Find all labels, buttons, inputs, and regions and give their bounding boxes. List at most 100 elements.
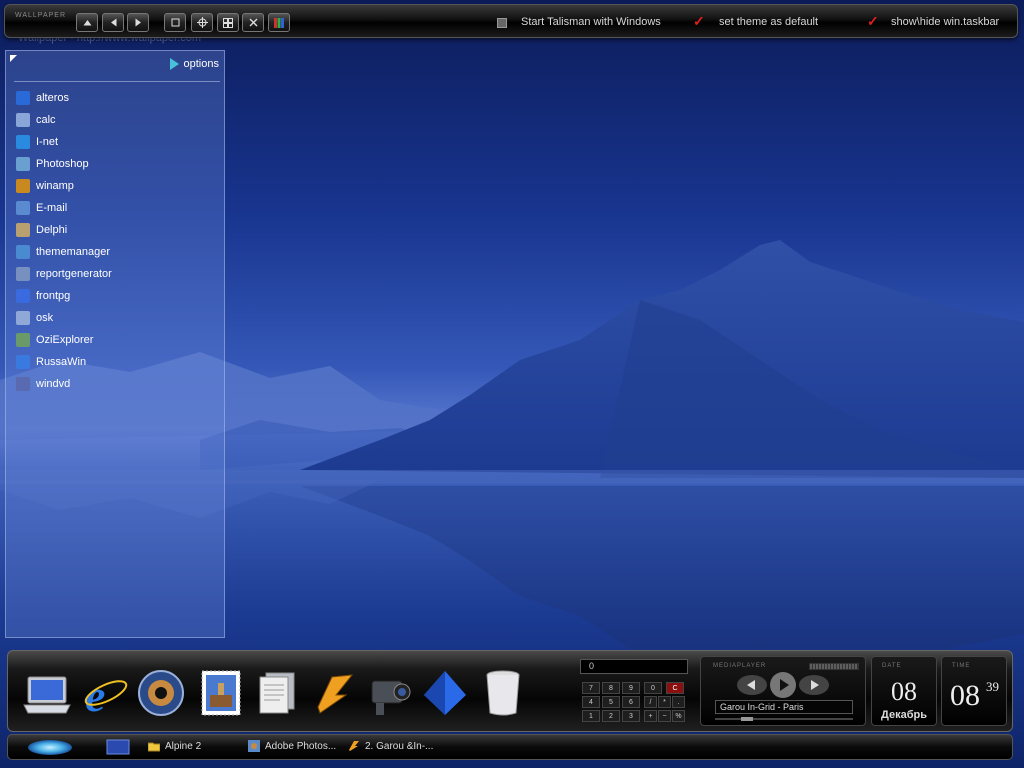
launcher-item-label: Delphi xyxy=(36,224,68,236)
calc-key[interactable]: 9 xyxy=(622,682,640,694)
calc-key[interactable]: − xyxy=(658,710,671,722)
calc-key[interactable]: 0 xyxy=(644,682,662,694)
calc-key[interactable]: 2 xyxy=(602,710,620,722)
taskbar: Alpine 2 Adobe Photos... 2. Garou &In-..… xyxy=(7,734,1013,760)
collapse-corner-icon[interactable] xyxy=(10,55,17,62)
task-label: Alpine 2 xyxy=(165,740,202,752)
up-arrow-icon[interactable] xyxy=(76,13,98,32)
launcher-item[interactable]: OziExplorer xyxy=(16,329,112,351)
back-arrow-icon[interactable] xyxy=(102,13,124,32)
calc-key[interactable]: 7 xyxy=(582,682,600,694)
launcher-item-label: osk xyxy=(36,312,54,324)
app-icon xyxy=(16,245,30,259)
launcher-item[interactable]: Delphi xyxy=(16,219,112,241)
calc-key[interactable]: 1 xyxy=(582,710,600,722)
launcher-item-label: windvd xyxy=(36,378,71,390)
calc-key[interactable]: 4 xyxy=(582,696,600,708)
prev-button[interactable] xyxy=(737,674,767,701)
app-icon xyxy=(16,223,30,237)
camcorder-icon[interactable] xyxy=(364,667,414,719)
launcher-item[interactable]: Photoshop xyxy=(16,153,112,175)
launcher-item-label: winamp xyxy=(36,180,74,192)
launcher-list: alteros calc I-net Photoshop winamp E-mail Del… xyxy=(16,87,112,395)
launcher-item-label: calc xyxy=(36,114,56,126)
launcher-item-label: I-net xyxy=(36,136,59,148)
app-icon xyxy=(16,377,30,391)
launcher-item[interactable]: reportgenerator xyxy=(16,263,112,285)
launcher-item[interactable]: winamp xyxy=(16,175,112,197)
launcher-item[interactable]: windvd xyxy=(16,373,112,395)
trash-bin-icon[interactable] xyxy=(478,667,528,719)
taskbar-toggle-label: show\hide win.taskbar xyxy=(891,16,1000,28)
launcher-item[interactable]: frontpg xyxy=(16,285,112,307)
calc-key[interactable]: C xyxy=(666,682,684,694)
launcher-item[interactable]: alteros xyxy=(16,87,112,109)
date-label: DATE xyxy=(882,663,902,669)
mediaplayer-label: MEDIAPLAYER xyxy=(713,663,767,669)
launcher-item[interactable]: E-mail xyxy=(16,197,112,219)
start-with-windows-checkbox[interactable] xyxy=(497,18,507,28)
folder-icon xyxy=(148,742,160,752)
app-icon xyxy=(16,201,30,215)
app-icon xyxy=(16,179,30,193)
time-label: TIME xyxy=(952,663,971,669)
task-alpine[interactable]: Alpine 2 xyxy=(148,740,201,752)
close-icon[interactable] xyxy=(242,13,264,32)
play-arrow-icon xyxy=(169,58,179,70)
calc-key[interactable]: 8 xyxy=(602,682,620,694)
calc-key[interactable]: 3 xyxy=(622,710,640,722)
top-control-bar: WALLPAPER Start Talisman with Windows ✓ … xyxy=(4,4,1018,38)
app-icon xyxy=(16,333,30,347)
default-theme-check-icon[interactable]: ✓ xyxy=(693,13,705,30)
winamp-bolt-icon[interactable] xyxy=(308,667,358,719)
start-orb-icon[interactable] xyxy=(28,740,72,755)
app-icon xyxy=(16,91,30,105)
options-button[interactable]: options xyxy=(169,58,219,70)
winamp-icon xyxy=(349,741,359,751)
taskbar-toggle-check-icon[interactable]: ✓ xyxy=(867,13,879,30)
photoshop-eye-icon[interactable] xyxy=(136,667,186,719)
date-month: Декабрь xyxy=(881,709,927,721)
post-stamp-icon[interactable] xyxy=(196,667,246,719)
launcher-item-label: OziExplorer xyxy=(36,334,94,346)
task-photoshop[interactable]: Adobe Photos... xyxy=(248,740,336,752)
date-widget: DATE 08 Декабрь xyxy=(871,656,937,726)
options-label: options xyxy=(183,58,219,70)
calc-key[interactable]: 5 xyxy=(602,696,620,708)
forward-arrow-icon[interactable] xyxy=(127,13,149,32)
calc-key[interactable]: 6 xyxy=(622,696,640,708)
launcher-item[interactable]: I-net xyxy=(16,131,112,153)
color-icon[interactable] xyxy=(268,13,290,32)
pyramid-icon[interactable] xyxy=(420,667,470,719)
calc-key[interactable]: * xyxy=(658,696,671,708)
launcher-item-label: reportgenerator xyxy=(36,268,112,280)
internet-explorer-icon[interactable]: e xyxy=(80,667,130,721)
launcher-item[interactable]: RussaWin xyxy=(16,351,112,373)
volume-bars-icon[interactable] xyxy=(809,663,859,670)
app-launcher-panel: options alteros calc I-net Photoshop winamp E… xyxy=(5,50,225,638)
square-icon[interactable] xyxy=(164,13,186,32)
calc-key[interactable]: % xyxy=(672,710,685,722)
calc-key[interactable]: / xyxy=(644,696,657,708)
time-seconds: 39 xyxy=(986,679,999,694)
show-desktop-icon[interactable] xyxy=(106,739,130,755)
app-icon xyxy=(16,157,30,171)
calc-key[interactable]: . xyxy=(672,696,685,708)
launcher-item[interactable]: osk xyxy=(16,307,112,329)
calc-key[interactable]: + xyxy=(644,710,657,722)
documents-icon[interactable] xyxy=(252,667,302,719)
laptop-icon[interactable] xyxy=(22,667,72,719)
app-icon xyxy=(16,289,30,303)
launcher-item[interactable]: thememanager xyxy=(16,241,112,263)
topbar-label: WALLPAPER xyxy=(15,12,67,19)
seek-bar[interactable] xyxy=(715,717,853,721)
next-button[interactable] xyxy=(799,674,829,701)
task-label: 2. Garou &In-... xyxy=(365,740,434,752)
svg-text:e: e xyxy=(85,670,105,719)
launcher-item-label: thememanager xyxy=(36,246,110,258)
task-label: Adobe Photos... xyxy=(265,740,337,752)
crosshair-icon[interactable] xyxy=(191,13,213,32)
grid-icon[interactable] xyxy=(217,13,239,32)
launcher-item[interactable]: calc xyxy=(16,109,112,131)
task-winamp[interactable]: 2. Garou &In-... xyxy=(348,740,433,752)
